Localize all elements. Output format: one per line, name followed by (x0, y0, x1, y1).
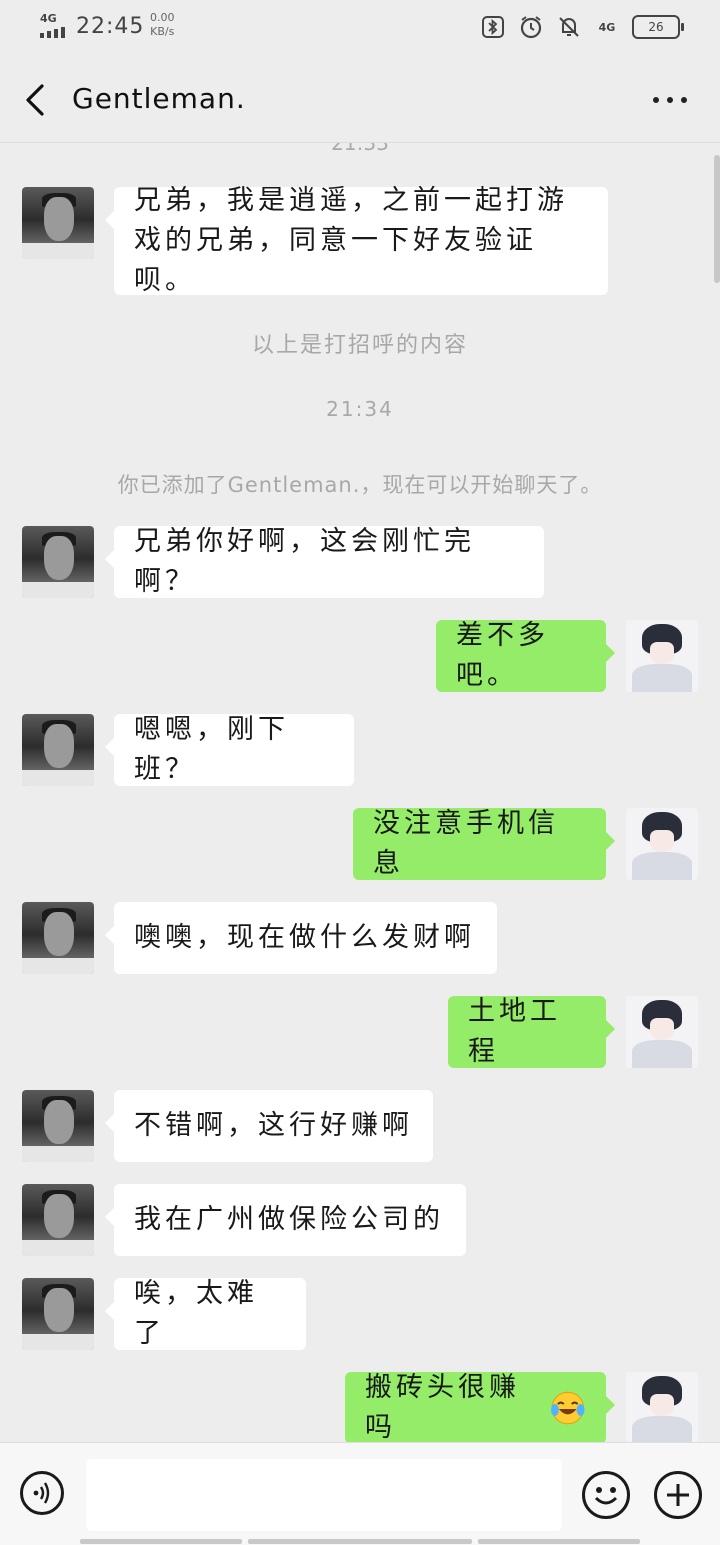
status-bar: 4G 22:45 0.00 KB/s 4G 26 (0, 0, 720, 56)
voice-button[interactable] (20, 1471, 64, 1515)
message-bubble-outgoing[interactable]: 差不多吧。 (436, 620, 615, 692)
message-text: 嗯嗯，刚下班？ (134, 714, 289, 785)
chat-header: Gentleman. (0, 56, 720, 143)
chat-area[interactable]: 21:33 兄弟，我是逍遥，之前一起打游戏的兄弟，同意一下好友验证呗。 以上是打… (0, 143, 720, 1442)
my-avatar[interactable] (626, 620, 698, 692)
speed-unit: KB/s (150, 25, 175, 38)
contact-avatar[interactable] (22, 1278, 94, 1350)
home-indicator (80, 1539, 242, 1544)
home-indicator (478, 1539, 640, 1544)
message-bubble-incoming[interactable]: 兄弟你好啊，这会刚忙完啊？ (105, 526, 544, 598)
voice-icon (33, 1482, 50, 1504)
message-bubble-incoming[interactable]: 嗯嗯，刚下班？ (105, 714, 354, 786)
my-avatar[interactable] (626, 1372, 698, 1442)
message-text: 唉，太难了 (134, 1278, 258, 1349)
home-indicator (248, 1539, 472, 1544)
clipped-timestamp: 21:33 (331, 143, 389, 155)
alarm-icon (518, 14, 544, 40)
message-bubble-incoming[interactable]: 我在广州做保险公司的 (105, 1184, 466, 1256)
more-functions-button[interactable] (654, 1471, 702, 1519)
plus-circle-icon (667, 1484, 689, 1506)
bluetooth-icon (480, 14, 506, 40)
chat-timestamp: 21:34 (326, 397, 394, 421)
scrollbar[interactable] (714, 155, 720, 283)
more-button[interactable] (644, 86, 696, 114)
contact-avatar[interactable] (22, 902, 94, 974)
input-bar (0, 1442, 720, 1545)
message-text: 搬砖头很赚吗 (365, 1372, 520, 1442)
message-bubble-outgoing[interactable]: 没注意手机信息 (353, 808, 615, 880)
message-text: 兄弟你好啊，这会刚忙完啊？ (134, 526, 475, 597)
my-avatar[interactable] (626, 808, 698, 880)
battery-icon: 26 (632, 15, 684, 39)
contact-avatar[interactable] (22, 526, 94, 598)
signal-4g-icon: 4G (598, 20, 616, 34)
message-bubble-outgoing[interactable]: 土地工程 (448, 996, 615, 1068)
mute-bell-icon (556, 14, 582, 40)
face-with-tears-of-joy-icon (551, 1391, 586, 1425)
contact-avatar[interactable] (22, 1090, 94, 1162)
message-bubble-incoming[interactable]: 不错啊，这行好赚啊 (105, 1090, 433, 1162)
my-avatar[interactable] (626, 996, 698, 1068)
message-input[interactable] (86, 1459, 562, 1531)
back-button[interactable] (18, 78, 58, 122)
emoji-button[interactable] (582, 1471, 630, 1519)
contact-avatar[interactable] (22, 1184, 94, 1256)
speed-value: 0.00 (150, 11, 175, 24)
greeting-note: 以上是打招呼的内容 (251, 333, 468, 358)
message-text: 兄弟，我是逍遥，之前一起打游戏的兄弟，同意一下好友验证呗。 (134, 185, 568, 296)
status-time: 22:45 (76, 14, 145, 39)
chevron-left-icon (26, 84, 44, 116)
message-text: 没注意手机信息 (373, 808, 559, 879)
message-bubble-outgoing[interactable]: 搬砖头很赚吗 (345, 1372, 615, 1442)
chat-title: Gentleman. (72, 82, 246, 115)
network-type: 4G (40, 12, 57, 25)
message-bubble-incoming[interactable]: 噢噢，现在做什么发财啊 (105, 902, 497, 974)
signal-icon (40, 27, 65, 38)
network-speed: 0.00 KB/s (150, 11, 175, 39)
message-bubble-incoming[interactable]: 兄弟，我是逍遥，之前一起打游戏的兄弟，同意一下好友验证呗。 (105, 185, 608, 296)
message-text: 差不多吧。 (456, 620, 549, 691)
message-bubble-incoming[interactable]: 唉，太难了 (105, 1278, 306, 1350)
status-icons: 4G 26 (480, 14, 684, 40)
message-text: 我在广州做保险公司的 (134, 1204, 444, 1235)
added-friend-notice: 你已添加了Gentleman.，现在可以开始聊天了。 (117, 473, 603, 497)
message-text: 噢噢，现在做什么发财啊 (134, 922, 475, 953)
message-text: 不错啊，这行好赚啊 (134, 1110, 413, 1141)
smiley-icon (594, 1487, 618, 1505)
contact-avatar[interactable] (22, 714, 94, 786)
more-dots-icon (653, 97, 659, 103)
message-text: 土地工程 (468, 996, 561, 1067)
contact-avatar[interactable] (22, 187, 94, 259)
